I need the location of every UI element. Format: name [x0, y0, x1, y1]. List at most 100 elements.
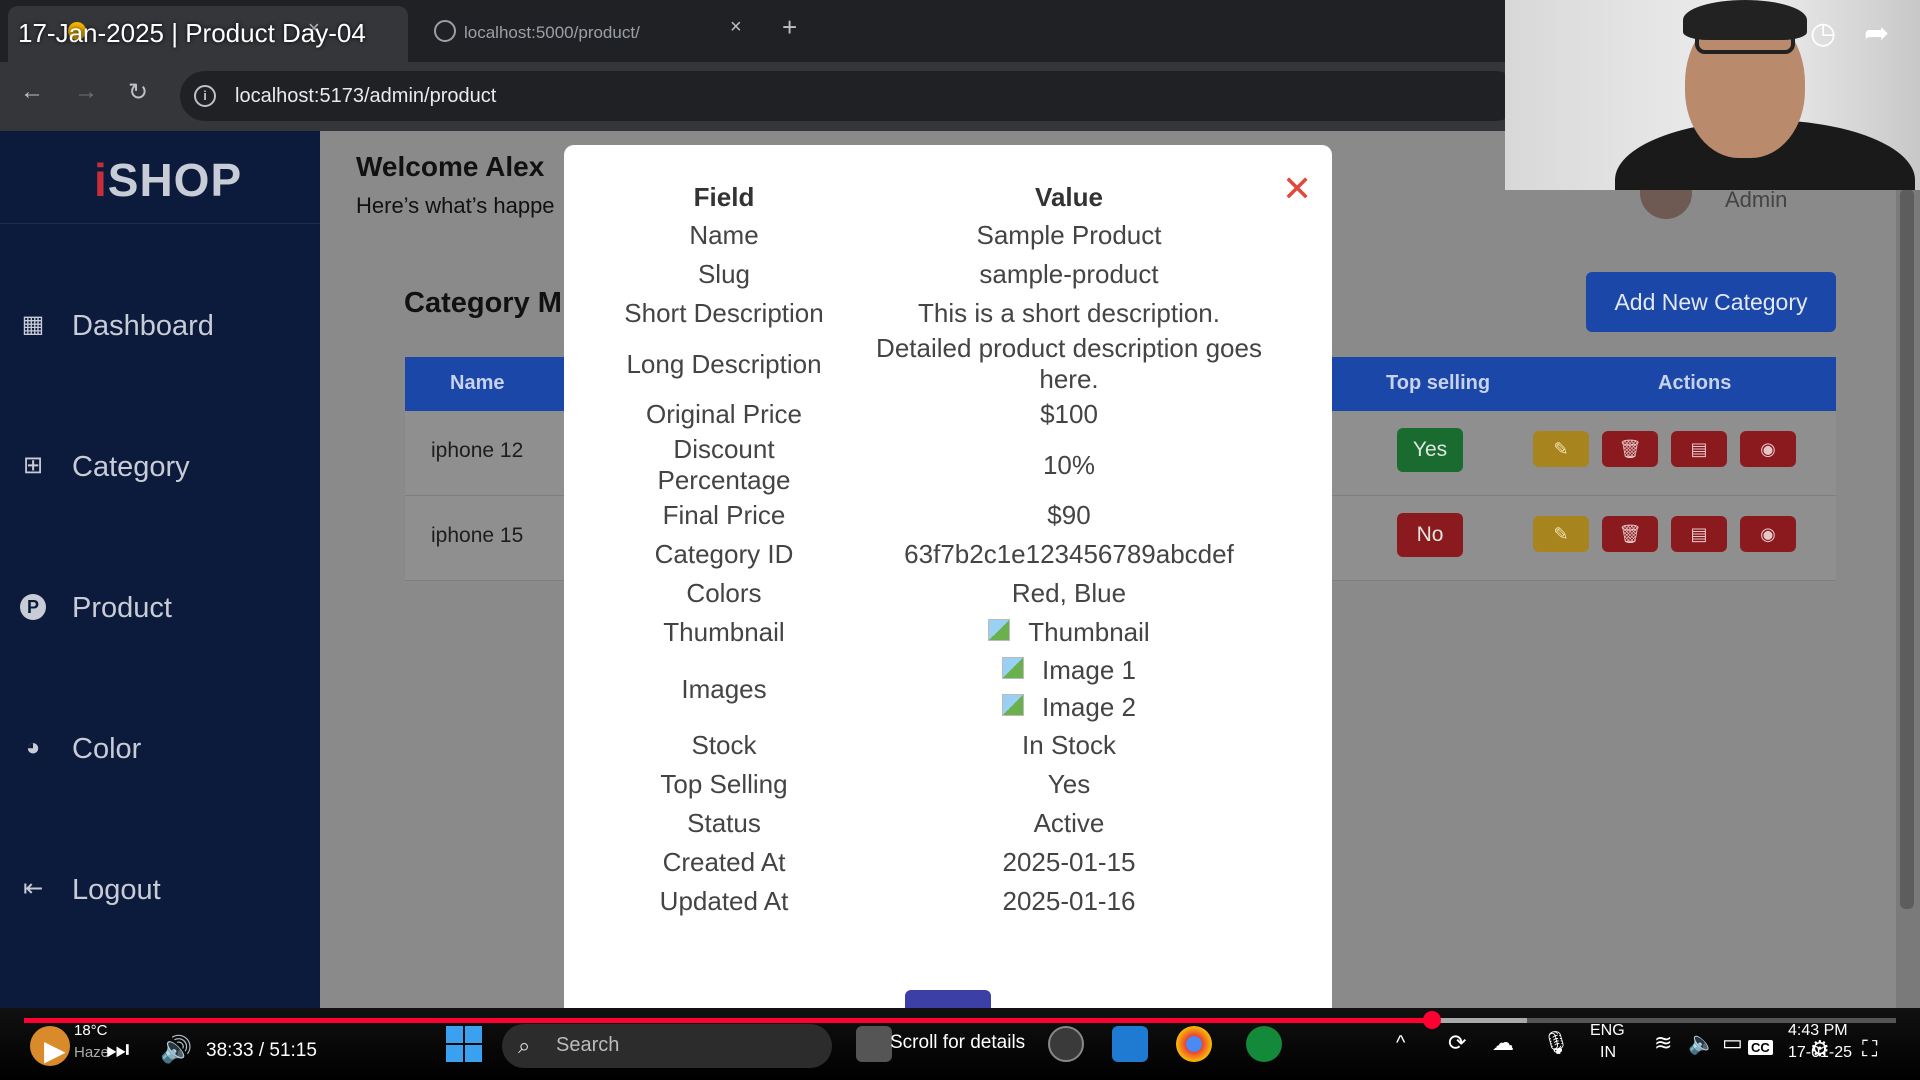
- document-button[interactable]: ▤: [1671, 516, 1727, 552]
- edit-icon: ✎: [1553, 439, 1569, 459]
- tab-close-icon[interactable]: ×: [730, 16, 742, 39]
- eye-icon: ◉: [1760, 524, 1776, 544]
- broken-image-icon: [1002, 694, 1025, 717]
- progress-buffer: [1432, 1018, 1527, 1023]
- view-button[interactable]: ◉: [1740, 516, 1796, 552]
- sidebar-item-dashboard[interactable]: ▦ Dashboard: [20, 300, 310, 350]
- delete-button[interactable]: 🗑: [1602, 431, 1658, 467]
- volume-icon[interactable]: 🔊: [160, 1034, 192, 1065]
- trash-icon: 🗑: [1618, 524, 1642, 544]
- edit-icon: ✎: [1553, 524, 1569, 544]
- mongodb-compass-icon[interactable]: [1246, 1026, 1282, 1062]
- progress-scrubber[interactable]: [1423, 1011, 1441, 1029]
- column-header-value: Value: [1035, 181, 1103, 212]
- wifi-icon[interactable]: ≋: [1654, 1030, 1672, 1056]
- top-selling-badge[interactable]: Yes: [1397, 428, 1463, 472]
- share-icon[interactable]: ➦: [1864, 16, 1889, 51]
- url-text: localhost:5173/admin/product: [235, 85, 497, 107]
- detail-row: Name Sample Product: [604, 216, 1304, 255]
- detail-row: Created At 2025-01-15: [604, 843, 1304, 882]
- detail-row: Category ID 63f7b2c1e123456789abcdef: [604, 535, 1304, 574]
- obs-icon[interactable]: [1048, 1026, 1084, 1062]
- document-icon: ▤: [1690, 439, 1708, 459]
- add-new-category-button[interactable]: Add New Category: [1586, 272, 1836, 332]
- field-label: Long Description: [626, 348, 822, 379]
- detail-row: Colors Red, Blue: [604, 574, 1304, 613]
- microphone-icon[interactable]: 🎙: [1542, 1030, 1570, 1056]
- sidebar-item-label: Dashboard: [72, 310, 214, 342]
- language-top[interactable]: ENG: [1590, 1022, 1625, 1040]
- sidebar-item-product[interactable]: P Product: [20, 582, 310, 632]
- field-label: Images: [681, 673, 767, 704]
- sidebar-item-logout[interactable]: ⇤ Logout: [20, 864, 310, 914]
- cloud-icon[interactable]: ☁: [1492, 1030, 1514, 1056]
- detail-row: Updated At 2025-01-16: [604, 882, 1304, 921]
- column-header-field: Field: [693, 181, 755, 212]
- field-value: 2025-01-16: [1002, 886, 1136, 916]
- sidebar-item-label: Category: [72, 451, 190, 483]
- vscode-icon[interactable]: [1112, 1026, 1148, 1062]
- task-view-icon[interactable]: [856, 1026, 892, 1062]
- document-button[interactable]: ▤: [1671, 431, 1727, 467]
- detail-row: Final Price $90: [604, 496, 1304, 535]
- windows-start-icon[interactable]: [446, 1026, 482, 1062]
- sync-icon[interactable]: ⟳: [1448, 1030, 1466, 1056]
- detail-row: Stock In Stock: [604, 726, 1304, 765]
- field-label: Created At: [662, 847, 786, 877]
- next-icon[interactable]: ⏭: [106, 1034, 129, 1066]
- scrollbar-thumb[interactable]: [1900, 189, 1914, 909]
- captions-icon[interactable]: CC: [1748, 1040, 1773, 1055]
- speaker-icon[interactable]: 🔈: [1688, 1030, 1715, 1056]
- play-icon[interactable]: ▶: [44, 1034, 66, 1067]
- watch-later-icon[interactable]: ◷: [1810, 16, 1836, 51]
- webcam-overlay: [1505, 0, 1920, 190]
- forward-arrow-icon[interactable]: →: [74, 78, 98, 106]
- user-role: Admin: [1725, 187, 1788, 212]
- top-selling-badge[interactable]: No: [1397, 513, 1463, 557]
- field-value: sample-product: [979, 259, 1159, 289]
- edit-button[interactable]: ✎: [1533, 431, 1589, 467]
- product-details-table: Field Value Name Sample Product Slug sample…: [604, 178, 1304, 921]
- url-input[interactable]: i localhost:5173/admin/product: [180, 71, 1520, 121]
- weather-temp: 18°C: [74, 1022, 108, 1039]
- video-title: 17-Jan-2025 | Product Day-04: [18, 18, 366, 48]
- field-value: 2025-01-15: [1002, 847, 1136, 877]
- taskbar-search-input[interactable]: ⌕ Search: [502, 1024, 832, 1068]
- field-label: Original Price: [645, 399, 803, 429]
- section-title: Category M: [404, 287, 562, 319]
- battery-icon[interactable]: ▭: [1722, 1030, 1743, 1056]
- grid-plus-icon: ⊞: [22, 452, 44, 479]
- field-value: Sample Product: [976, 220, 1162, 250]
- search-icon: ⌕: [518, 1033, 531, 1058]
- new-tab-button[interactable]: +: [782, 12, 797, 43]
- reload-icon[interactable]: ↻: [128, 78, 148, 107]
- row-name: iphone 12: [431, 439, 524, 462]
- edit-button[interactable]: ✎: [1533, 516, 1589, 552]
- field-label: Thumbnail: [663, 617, 785, 647]
- site-info-icon[interactable]: i: [194, 85, 216, 107]
- page-scrollbar[interactable]: [1896, 131, 1920, 1008]
- tab-localhost-5000[interactable]: localhost:5000/product/ ×: [420, 6, 760, 62]
- field-label: Colors: [686, 578, 762, 608]
- detail-row-thumbnail: Thumbnail Thumbnail: [604, 613, 1304, 652]
- sidebar-item-color[interactable]: ◕ Color: [20, 723, 310, 773]
- delete-button[interactable]: 🗑: [1602, 516, 1658, 552]
- fullscreen-icon[interactable]: ⛶: [1862, 1036, 1877, 1062]
- sidebar-item-category[interactable]: ⊞ Category: [20, 441, 310, 491]
- view-button[interactable]: ◉: [1740, 431, 1796, 467]
- chevron-up-icon[interactable]: ^: [1396, 1032, 1405, 1055]
- detail-row: Discount Percentage 10%: [604, 434, 1304, 496]
- field-label: Category ID: [654, 539, 794, 569]
- row-name: iphone 15: [431, 524, 524, 547]
- back-arrow-icon[interactable]: ←: [20, 78, 44, 106]
- chrome-icon[interactable]: [1176, 1026, 1212, 1062]
- globe-icon: [434, 20, 456, 42]
- field-label: Status: [687, 808, 761, 838]
- settings-gear-icon[interactable]: ⚙: [1810, 1036, 1830, 1062]
- detail-row: Long Description Detailed product descrip…: [604, 333, 1304, 395]
- field-label: Name: [689, 220, 759, 250]
- sidebar-item-label: Color: [72, 733, 142, 765]
- field-value: $90: [1047, 500, 1091, 530]
- field-label: Short Description: [624, 298, 824, 328]
- notification-text[interactable]: Scroll for details: [890, 1032, 1025, 1054]
